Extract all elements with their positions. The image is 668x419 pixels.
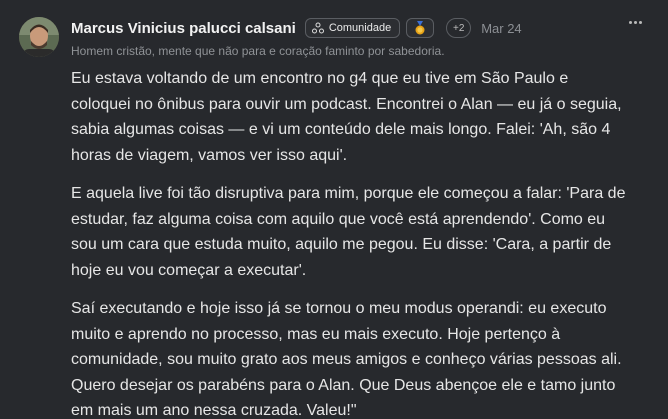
post-header: Marcus Vinicius palucci calsani Comunida… (71, 17, 648, 39)
menu-dot (639, 21, 642, 24)
post-paragraph: Saí executando e hoje isso já se tornou … (71, 300, 622, 419)
community-badge[interactable]: Comunidade (304, 18, 401, 38)
post-date: Mar 24 (481, 20, 522, 36)
menu-dot (629, 21, 632, 24)
post-paragraph: Eu estava voltando de um encontro no g4 … (71, 70, 622, 164)
post-paragraph: E aquela live foi tão disruptiva para mi… (71, 185, 626, 279)
medal-badge[interactable] (406, 18, 435, 38)
more-options-icon[interactable] (629, 21, 642, 24)
author-name[interactable]: Marcus Vinicius palucci calsani (71, 20, 296, 37)
post-card: Marcus Vinicius palucci calsani Comunida… (0, 0, 668, 419)
medal-icon (415, 21, 425, 35)
community-badge-label: Comunidade (328, 22, 392, 34)
post-body: Eu estava voltando de um encontro no g4 … (71, 66, 631, 419)
author-bio: Homem cristão, mente que não para e cora… (71, 44, 445, 58)
avatar-image (19, 17, 59, 57)
community-icon (311, 22, 324, 34)
menu-dot (634, 21, 637, 24)
author-avatar[interactable] (19, 17, 59, 57)
more-badges-count[interactable]: +2 (446, 18, 472, 38)
